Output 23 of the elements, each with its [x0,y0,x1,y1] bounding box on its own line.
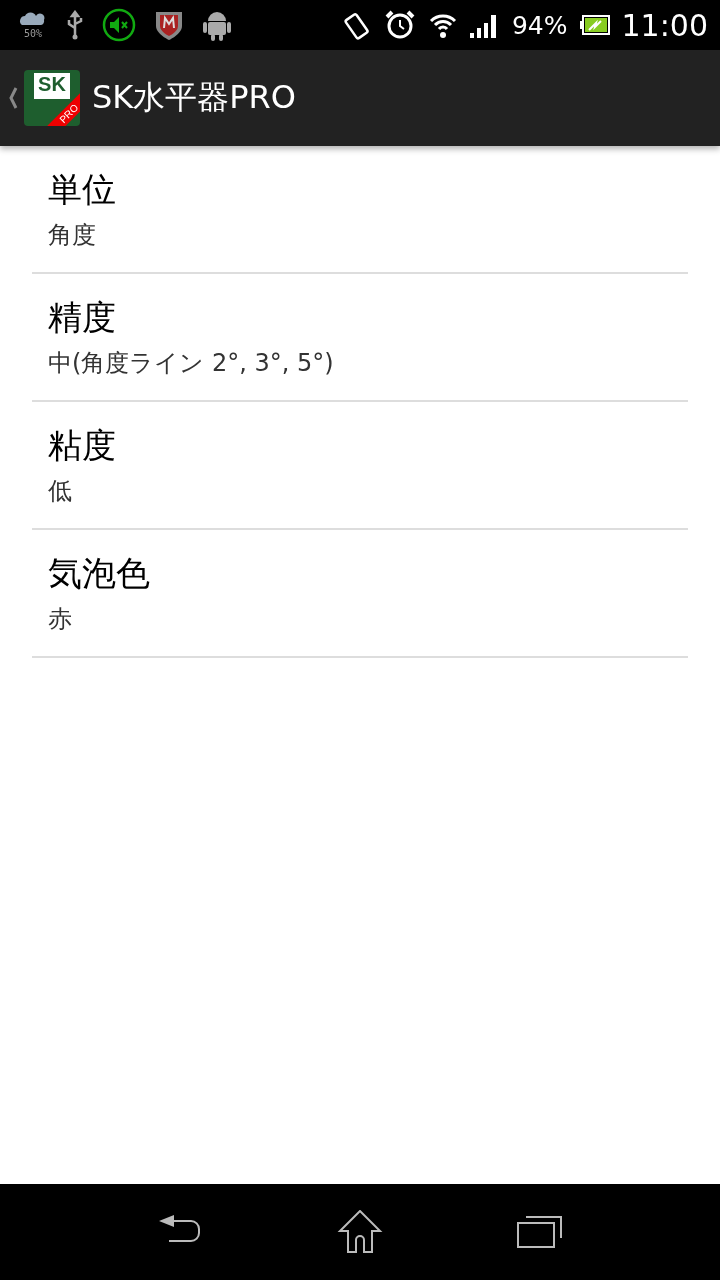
setting-summary: 角度 [48,220,97,251]
mute-icon [102,8,136,42]
setting-summary: 中(角度ライン 2°, 3°, 5°) [48,348,335,379]
recent-apps-icon[interactable] [517,1216,563,1248]
clock: 11:00 [621,7,708,43]
setting-summary: 低 [48,476,73,507]
battery-percent: 94% [511,10,568,40]
setting-title: 精度 [48,296,117,339]
settings-item[interactable]: 粘度 低 [32,402,688,530]
battery-icon [579,15,610,35]
logo-text: SK [34,73,70,99]
home-icon[interactable] [337,1210,383,1254]
setting-title: 気泡色 [48,552,151,595]
back-chevron-icon [8,86,18,110]
settings-item[interactable]: 精度 中(角度ライン 2°, 3°, 5°) [32,274,688,402]
setting-title: 粘度 [48,424,117,467]
settings-item[interactable]: 単位 角度 [32,146,688,274]
setting-title: 単位 [48,168,117,211]
usb-icon [66,10,84,40]
app-title: SK水平器PRO [92,77,296,118]
alarm-icon [383,9,416,41]
setting-summary: 赤 [48,604,73,635]
settings-item[interactable]: 気泡色 赤 [32,530,688,658]
